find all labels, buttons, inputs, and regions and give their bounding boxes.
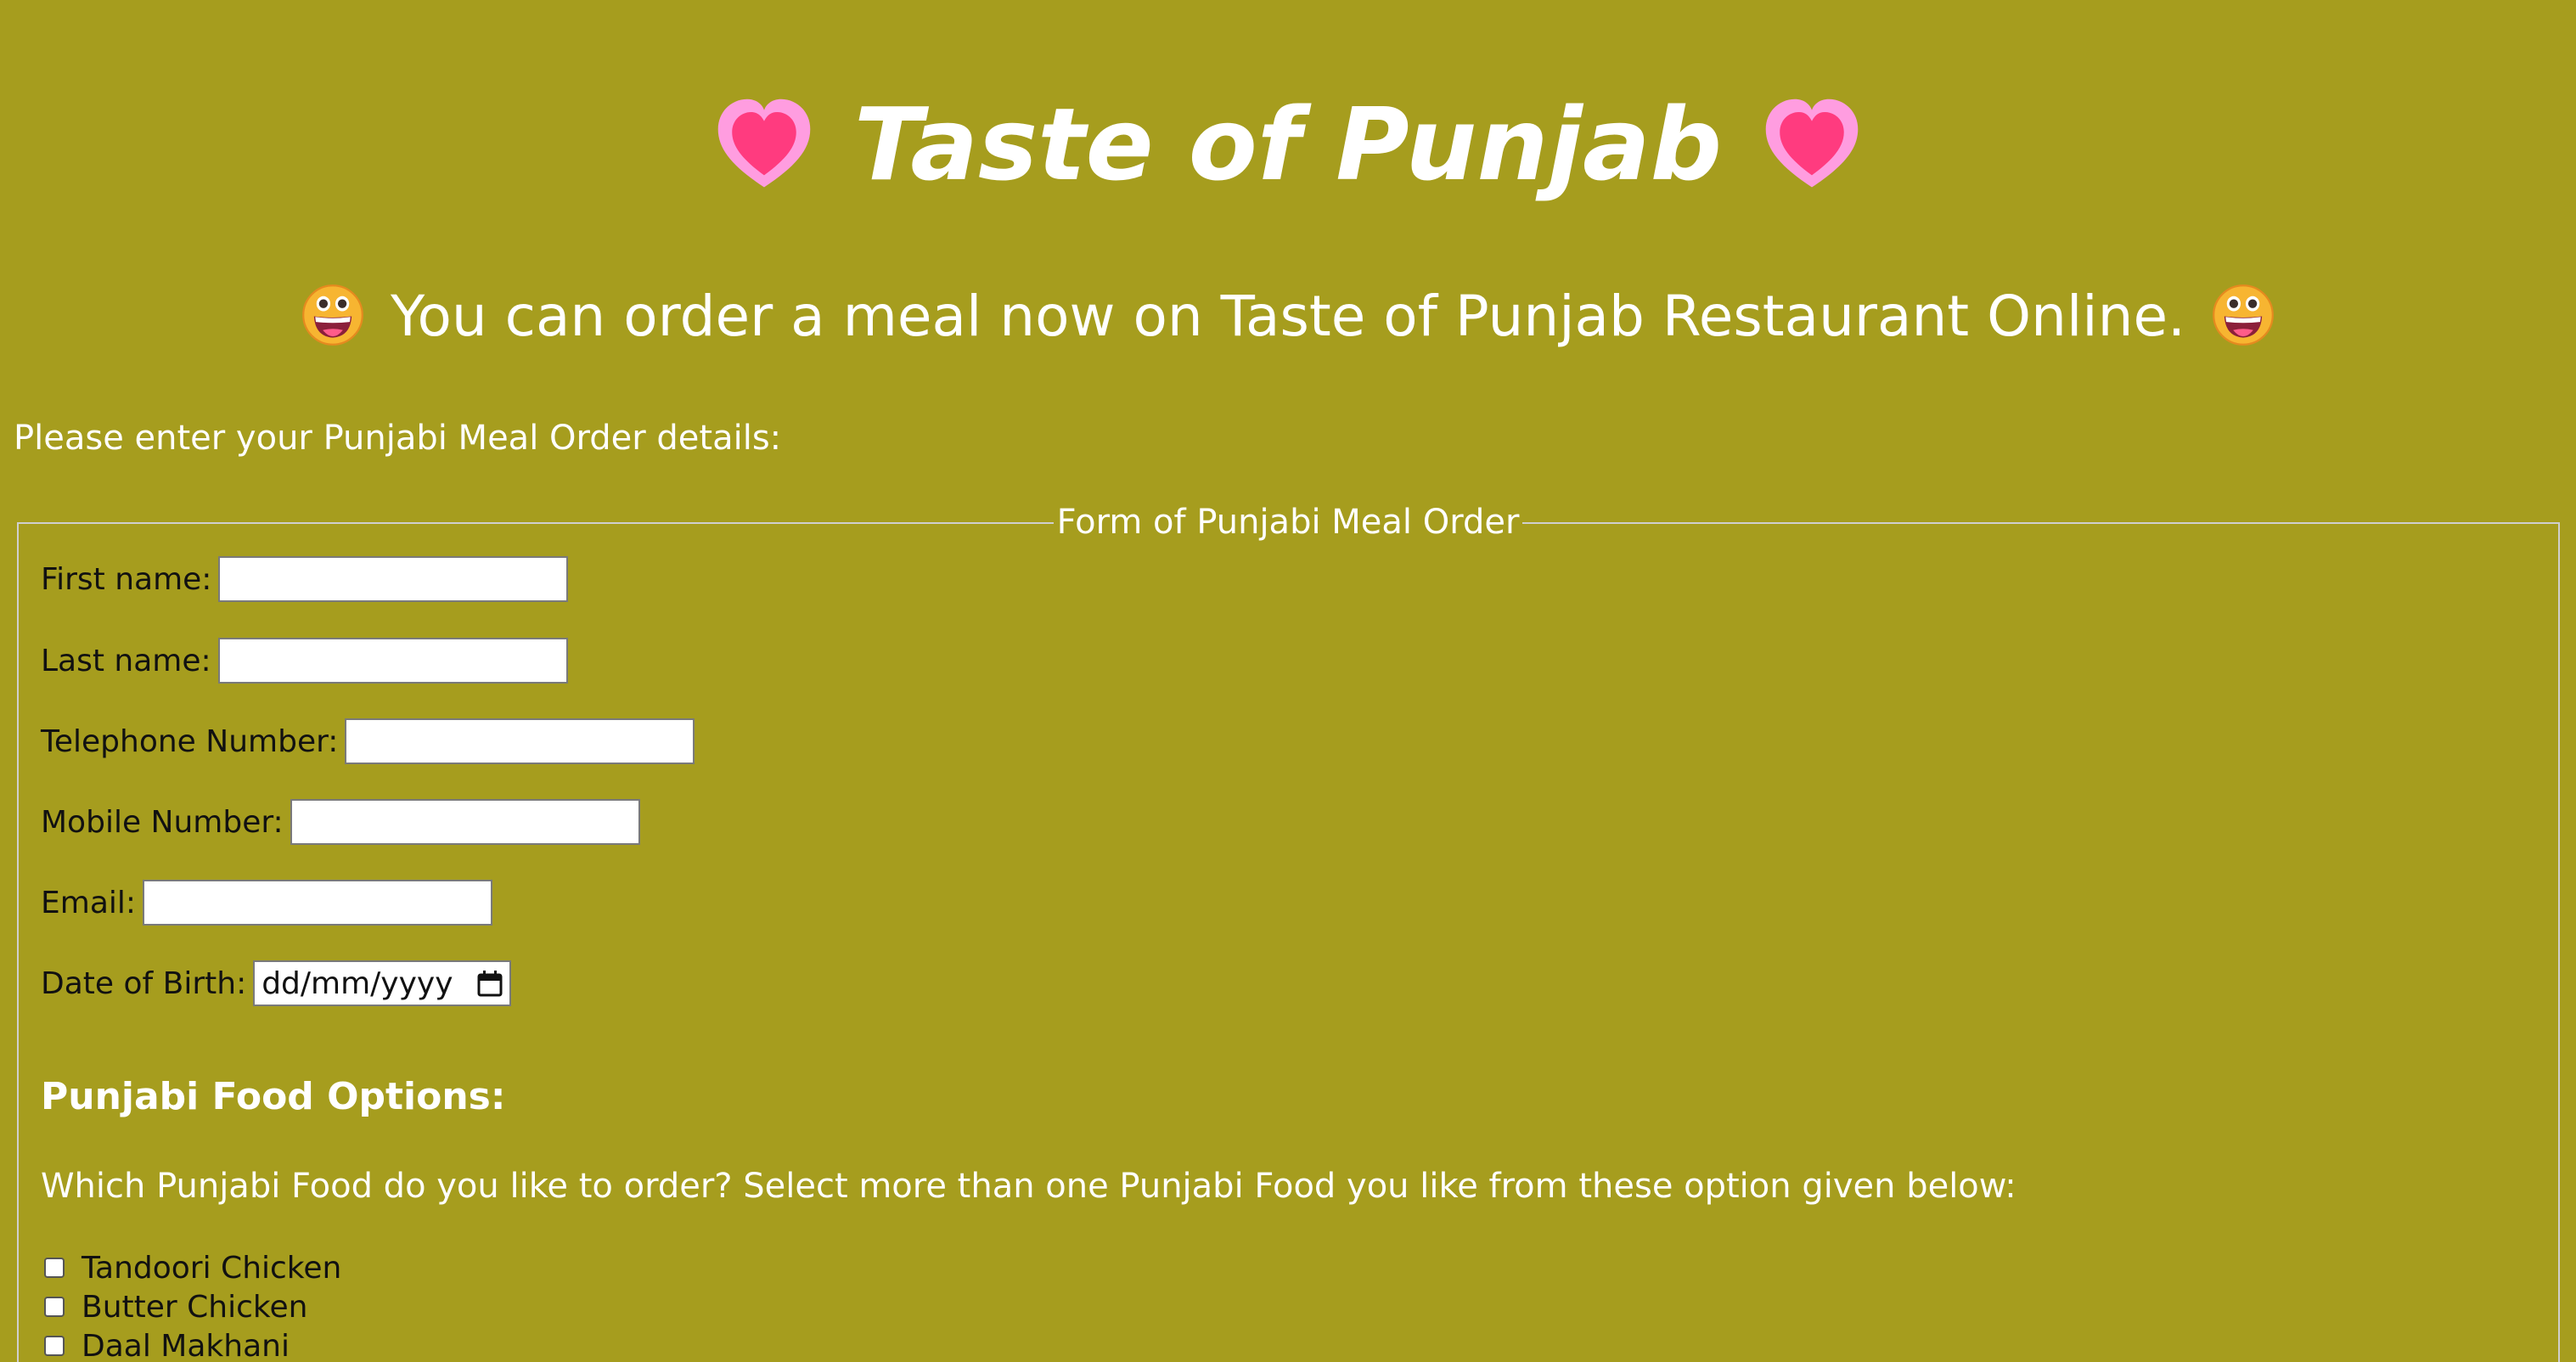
page: Taste of Punjab You can order a meal now… <box>0 0 2576 1362</box>
email-row: Email: <box>41 877 493 928</box>
last-name-row: Last name: <box>41 635 568 686</box>
food-options-question: Which Punjabi Food do you like to order?… <box>41 1167 2016 1206</box>
dob-label: Date of Birth: <box>41 965 247 1001</box>
food-option-label: Tandoori Chicken <box>82 1250 342 1286</box>
grinning-face-icon <box>302 284 363 346</box>
mobile-label: Mobile Number: <box>41 804 284 840</box>
first-name-row: First name: <box>41 554 569 605</box>
email-input[interactable] <box>143 880 493 926</box>
food-options-heading: Punjabi Food Options: <box>41 1075 506 1118</box>
grinning-face-icon <box>2213 284 2274 346</box>
last-name-input[interactable] <box>217 638 568 684</box>
mobile-row: Mobile Number: <box>41 796 640 847</box>
food-option-label: Daal Makhani <box>82 1328 290 1362</box>
dob-date-input[interactable]: dd/mm/yyyy <box>253 960 512 1006</box>
telephone-label: Telephone Number: <box>41 723 339 759</box>
dob-placeholder: dd/mm/yyyy <box>262 965 453 1001</box>
telephone-input[interactable] <box>345 718 695 764</box>
page-title: Taste of Punjab <box>0 81 2576 208</box>
dob-row: Date of Birth: dd/mm/yyyy <box>41 958 512 1009</box>
intro-text: Please enter your Punjabi Meal Order det… <box>14 419 782 458</box>
food-option: Tandoori Chicken <box>44 1248 341 1287</box>
last-name-label: Last name: <box>41 643 211 678</box>
food-option: Butter Chicken <box>44 1287 341 1326</box>
food-options-list: Tandoori Chicken Butter Chicken Daal Mak… <box>44 1248 341 1362</box>
subtitle-text: You can order a meal now on Taste of Pun… <box>390 284 2186 349</box>
food-option-checkbox[interactable] <box>44 1297 65 1317</box>
mobile-input[interactable] <box>290 799 640 845</box>
food-option-label: Butter Chicken <box>82 1289 308 1325</box>
telephone-row: Telephone Number: <box>41 716 695 767</box>
food-option-checkbox[interactable] <box>44 1336 65 1356</box>
first-name-input[interactable] <box>218 556 569 602</box>
page-subtitle: You can order a meal now on Taste of Pun… <box>0 274 2576 359</box>
heart-icon <box>1765 98 1859 188</box>
email-label: Email: <box>41 885 137 920</box>
first-name-label: First name: <box>41 561 212 597</box>
title-text: Taste of Punjab <box>853 86 1723 203</box>
calendar-icon[interactable] <box>477 970 503 997</box>
food-option: Daal Makhani <box>44 1326 341 1362</box>
heart-icon <box>717 98 811 188</box>
food-option-checkbox[interactable] <box>44 1258 65 1278</box>
